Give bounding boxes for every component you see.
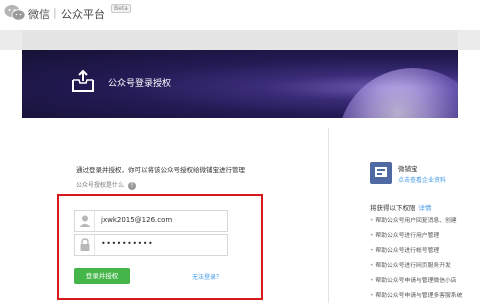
column-divider bbox=[328, 128, 329, 303]
beta-badge: Beta bbox=[111, 4, 131, 13]
header-divider-strip bbox=[0, 30, 480, 50]
app-profile-link[interactable]: 点击查看企业资料 bbox=[398, 175, 446, 184]
password-field[interactable]: •••••••••• bbox=[74, 234, 228, 256]
brand-separator: | bbox=[53, 6, 57, 19]
help-icon[interactable]: ? bbox=[127, 181, 136, 190]
cant-login-link[interactable]: 无法登录？ bbox=[192, 272, 222, 281]
wechat-logo-icon bbox=[4, 5, 26, 21]
list-item: 帮助公众号进行帐号管理 bbox=[370, 244, 478, 259]
permissions-title: 将获得以下权限 bbox=[370, 204, 416, 212]
password-value: •••••••••• bbox=[101, 239, 154, 248]
brand-name: 微信 bbox=[28, 8, 50, 21]
list-item: 帮助公众号进行用户管理 bbox=[370, 229, 478, 244]
top-bar: 微信 | 公众平台 Beta bbox=[0, 0, 480, 30]
username-value: jxwk2015@126.com bbox=[101, 216, 173, 224]
upload-tray-icon bbox=[72, 69, 94, 92]
platform-name: 公众平台 bbox=[61, 8, 105, 21]
list-item: 帮助公众号进行网页服务开发 bbox=[370, 259, 478, 274]
list-item: 帮助公众号申请与管理多客服系统 bbox=[370, 289, 478, 303]
permissions-detail-link[interactable]: 详情 bbox=[419, 204, 432, 212]
app-name: 微铺宝 bbox=[398, 165, 418, 173]
page-title: 公众号登录授权 bbox=[108, 79, 172, 89]
auth-intro-text: 通过登录并授权，你可以将该公众号授权给微铺宝进行管理 bbox=[76, 166, 245, 174]
page-banner: 公众号登录授权 bbox=[22, 50, 458, 118]
username-field[interactable]: jxwk2015@126.com bbox=[74, 210, 228, 232]
lock-icon bbox=[75, 235, 95, 255]
planet-decoration bbox=[338, 68, 458, 118]
list-item: 帮助公众号申请与管理微信小店 bbox=[370, 274, 478, 289]
what-is-auth-label: 公众号授权是什么 bbox=[76, 182, 125, 189]
permissions-heading: 将获得以下权限 详情 bbox=[370, 202, 432, 212]
app-icon bbox=[370, 162, 392, 184]
list-item: 帮助公众号用户回复消息、创建 bbox=[370, 214, 478, 229]
permissions-list: 帮助公众号用户回复消息、创建 帮助公众号进行用户管理 帮助公众号进行帐号管理 帮… bbox=[370, 214, 478, 303]
what-is-auth-link[interactable]: 公众号授权是什么 ? bbox=[76, 180, 136, 190]
user-icon bbox=[75, 211, 95, 231]
login-authorize-button[interactable]: 登录并授权 bbox=[74, 268, 130, 284]
